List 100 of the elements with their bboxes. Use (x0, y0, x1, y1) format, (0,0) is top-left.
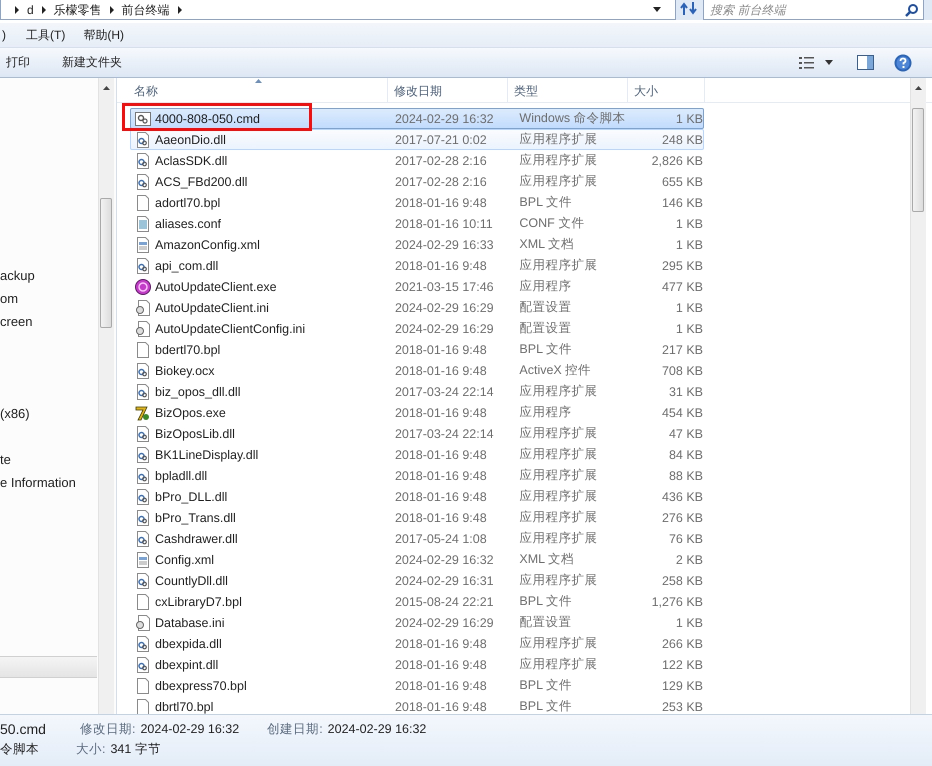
file-size: 1 KB (674, 300, 703, 314)
address-bar[interactable]: d 乐檬零售 前台终端 (0, 0, 676, 20)
file-type: 应用程序扩展 (518, 488, 598, 505)
file-size: 88 KB (668, 468, 703, 482)
chevron-icon[interactable] (40, 6, 47, 14)
file-row[interactable]: BizOposLib.dll 2017-03-24 22:14 应用程序扩展 47 KB (130, 423, 704, 444)
scrollbar-thumb[interactable] (912, 108, 924, 212)
file-row[interactable]: BizOpos.exe 2018-01-16 9:48 应用程序 454 KB (130, 402, 704, 423)
breadcrumb-item[interactable]: 前台终端 (122, 0, 170, 18)
gear-file-icon (135, 132, 151, 148)
blank-file-icon (135, 594, 151, 610)
caret-icon[interactable] (825, 60, 833, 65)
nav-tree-item[interactable]: te (0, 448, 116, 471)
menu-item[interactable]: ) (0, 28, 8, 42)
file-type: 应用程序扩展 (518, 383, 598, 400)
file-row[interactable]: bPro_Trans.dll 2018-01-16 9:48 应用程序扩展 276 KB (130, 507, 704, 528)
file-row[interactable]: aliases.conf 2018-01-16 10:11 CONF 文件 1 KB (130, 213, 704, 234)
file-row[interactable]: adortl70.bpl 2018-01-16 9:48 BPL 文件 146 KB (130, 192, 704, 213)
column-header[interactable]: 修改日期 (388, 78, 508, 102)
chevron-icon[interactable] (108, 6, 115, 14)
modified-date: 2021-03-15 17:46 (394, 280, 495, 294)
file-row[interactable]: dbexpress70.bpl 2018-01-16 9:48 BPL 文件 129 KB (130, 675, 704, 696)
file-row[interactable]: CountlyDll.dll 2024-02-29 16:31 应用程序扩展 258 KB (130, 570, 704, 591)
view-list-icon[interactable] (799, 56, 815, 68)
file-name: AclasSDK.dll (154, 154, 228, 168)
nav-tree-item[interactable]: om (0, 287, 116, 310)
preview-pane-icon[interactable] (857, 55, 874, 70)
file-row[interactable]: dbrtl70.bpl 2018-01-16 9:48 BPL 文件 253 KB (130, 696, 704, 714)
file-row[interactable]: AutoUpdateClient.exe 2021-03-15 17:46 应用程序 477 KB (130, 276, 704, 297)
refresh-icon[interactable] (679, 0, 699, 17)
file-row[interactable]: dbexpida.dll 2018-01-16 9:48 应用程序扩展 266 KB (130, 633, 704, 654)
file-type: 应用程序扩展 (518, 257, 598, 274)
file-name: BK1LineDisplay.dll (154, 448, 260, 462)
file-row[interactable]: bpladll.dll 2018-01-16 9:48 应用程序扩展 88 KB (130, 465, 704, 486)
file-type: 应用程序扩展 (518, 509, 598, 526)
breadcrumb-item[interactable]: d (27, 0, 34, 18)
column-header[interactable]: 类型 (508, 78, 628, 102)
file-size: 266 KB (660, 636, 703, 650)
file-row[interactable]: AutoUpdateClient.ini 2024-02-29 16:29 配置设置 1 KB (130, 297, 704, 318)
help-icon[interactable] (894, 54, 912, 72)
file-row[interactable]: AmazonConfig.xml 2024-02-29 16:33 XML 文档 1 KB (130, 234, 704, 255)
file-type: 配置设置 (518, 299, 572, 316)
search-icon[interactable] (905, 3, 919, 17)
file-size: 1 KB (674, 112, 703, 126)
nav-tree-item[interactable]: (x86) (0, 402, 116, 425)
chevron-icon[interactable] (176, 6, 183, 14)
file-size: 248 KB (660, 132, 703, 146)
scrollbar[interactable] (910, 78, 926, 714)
scroll-up-icon[interactable] (103, 86, 110, 90)
file-type: 应用程序 (518, 404, 572, 421)
menu-item[interactable]: 帮助(H) (81, 26, 126, 44)
field-label: 创建日期: (267, 720, 323, 738)
document-icon (135, 552, 151, 568)
file-row[interactable]: AaeonDio.dll 2017-07-21 0:02 应用程序扩展 248 KB (130, 129, 704, 150)
file-row[interactable]: Database.ini 2024-02-29 16:29 配置设置 1 KB (130, 612, 704, 633)
gear-file-icon (135, 174, 151, 190)
scrollbar-thumb[interactable] (0, 656, 97, 678)
file-row[interactable]: AclasSDK.dll 2017-02-28 2:16 应用程序扩展 2,826 KB (130, 150, 704, 171)
file-row[interactable]: AutoUpdateClientConfig.ini 2024-02-29 16:29 配置设置 1 KB (130, 318, 704, 339)
search-field[interactable]: 搜索 前台终端 (703, 0, 924, 20)
gear-file-icon (135, 258, 151, 274)
nav-tree-item[interactable]: creen (0, 310, 116, 333)
toolbar-button[interactable]: 打印 (0, 51, 36, 74)
file-row[interactable]: Config.xml 2024-02-29 16:32 XML 文档 2 KB (130, 549, 704, 570)
menu-item[interactable]: 工具(T) (24, 26, 68, 44)
file-row[interactable]: Biokey.ocx 2018-01-16 9:48 ActiveX 控件 708 KB (130, 360, 704, 381)
file-row[interactable]: dbexpint.dll 2018-01-16 9:48 应用程序扩展 122 KB (130, 654, 704, 675)
settings-file-icon (135, 320, 151, 336)
file-row[interactable]: 4000-808-050.cmd 2024-02-29 16:32 Windows 命令脚本 1 KB (130, 108, 704, 129)
file-size: 1 KB (674, 216, 703, 230)
chevron-icon[interactable] (14, 6, 20, 14)
nav-tree-item[interactable]: e Information (0, 471, 116, 494)
file-row[interactable]: api_com.dll 2018-01-16 9:48 应用程序扩展 295 KB (130, 255, 704, 276)
file-name: bpladll.dll (154, 468, 208, 482)
file-name: AmazonConfig.xml (154, 238, 261, 252)
file-row[interactable]: ACS_FBd200.dll 2017-02-28 2:16 应用程序扩展 655 KB (130, 171, 704, 192)
file-row[interactable]: bPro_DLL.dll 2018-01-16 9:48 应用程序扩展 436 KB (130, 486, 704, 507)
file-row[interactable]: BK1LineDisplay.dll 2018-01-16 9:48 应用程序扩展 84 KB (130, 444, 704, 465)
breadcrumb-item[interactable]: 乐檬零售 (54, 0, 102, 18)
file-name: biz_opos_dll.dll (154, 384, 242, 398)
file-type: XML 文档 (518, 551, 576, 568)
file-type: BPL 文件 (518, 593, 574, 610)
file-row[interactable]: biz_opos_dll.dll 2017-03-24 22:14 应用程序扩展 31 KB (130, 381, 704, 402)
scrollbar[interactable] (98, 78, 114, 714)
nav-tree-item[interactable]: ackup (0, 264, 116, 287)
file-size: 2 KB (674, 552, 703, 566)
file-row[interactable]: Cashdrawer.dll 2017-05-24 1:08 应用程序扩展 76 KB (130, 528, 704, 549)
column-header[interactable]: 大小 (628, 78, 705, 102)
dropdown-icon[interactable] (653, 7, 661, 12)
file-type: 应用程序扩展 (518, 131, 598, 148)
scroll-up-icon[interactable] (915, 86, 922, 90)
scrollbar-thumb[interactable] (100, 198, 112, 328)
file-size: 122 KB (660, 658, 703, 672)
modified-date: 2024-02-29 16:32 (394, 552, 495, 566)
toolbar-button[interactable]: 新建文件夹 (56, 51, 128, 74)
file-size: 477 KB (660, 280, 703, 294)
file-type: 应用程序扩展 (518, 173, 598, 190)
file-row[interactable]: cxLibraryD7.bpl 2015-08-24 22:21 BPL 文件 1,276 KB (130, 591, 704, 612)
file-type: CONF 文件 (518, 215, 586, 232)
file-row[interactable]: bdertl70.bpl 2018-01-16 9:48 BPL 文件 217 KB (130, 339, 704, 360)
